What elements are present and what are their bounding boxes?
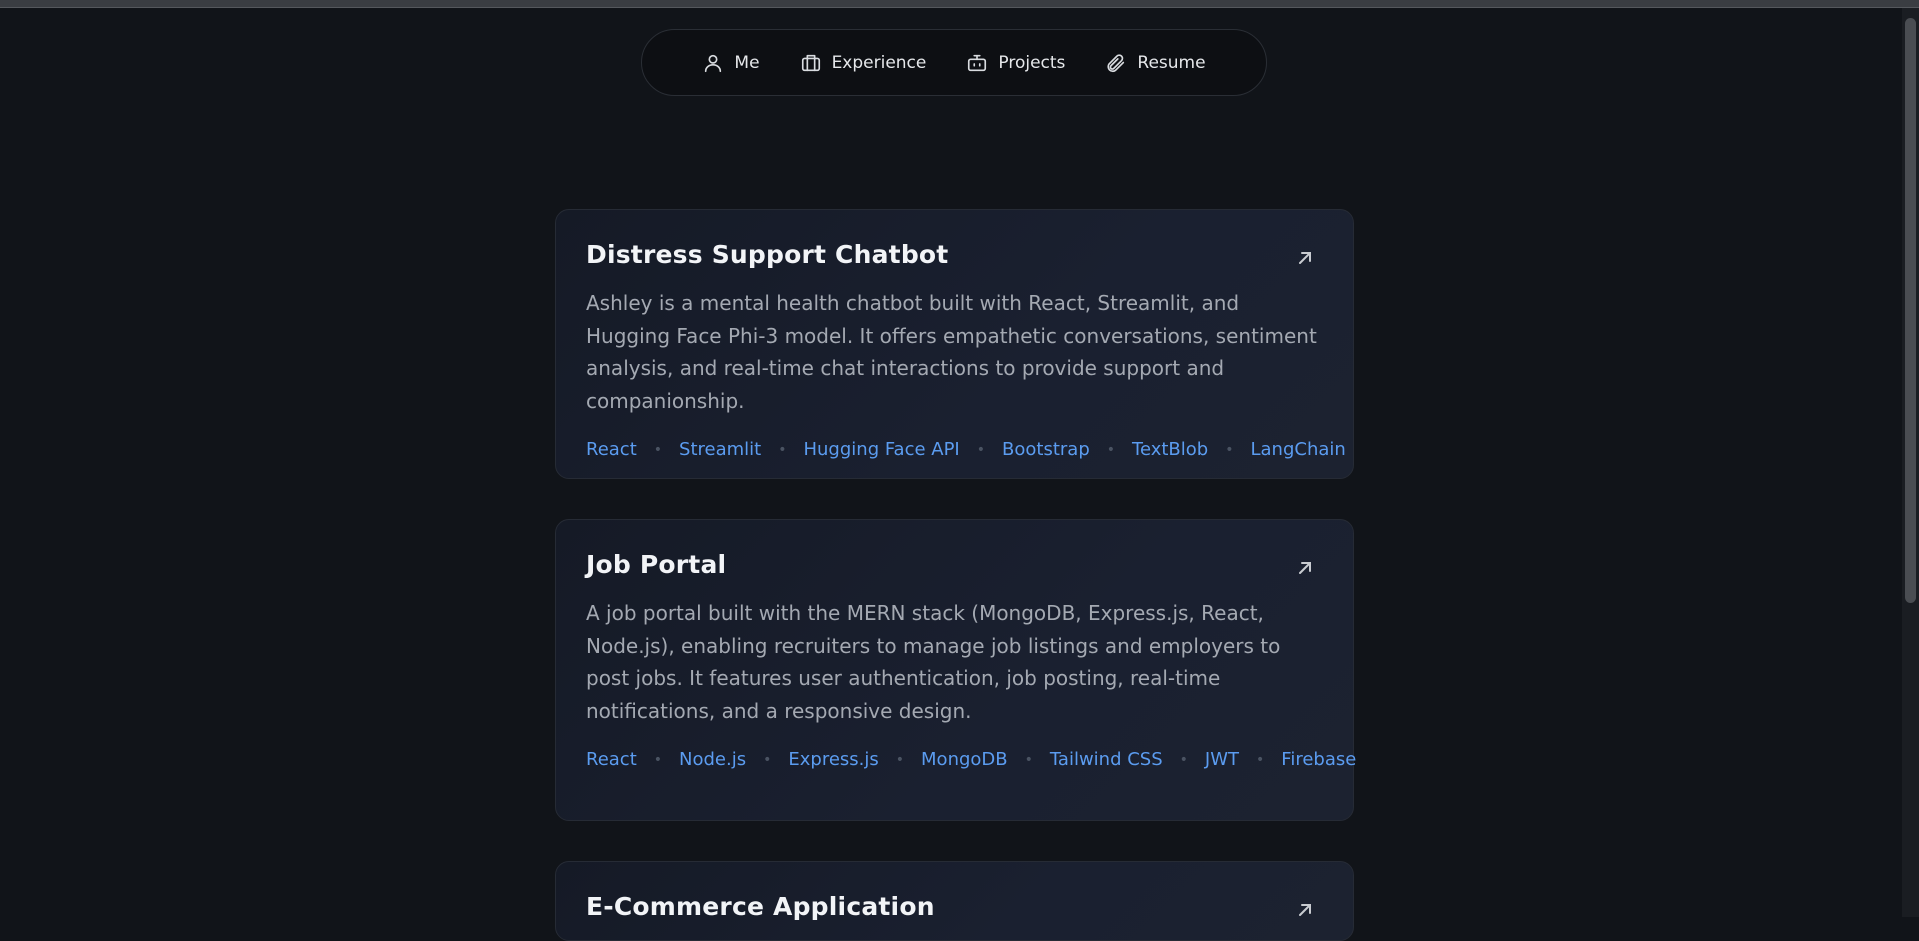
project-card-job-portal[interactable]: Job Portal A job portal built with the M…	[555, 519, 1357, 821]
external-link-icon[interactable]	[1295, 900, 1315, 920]
tag[interactable]: Firebase	[1281, 749, 1356, 770]
external-link-icon[interactable]	[1295, 558, 1315, 578]
nav-item-me[interactable]: Me	[702, 52, 760, 74]
project-description: Ashley is a mental health chatbot built …	[586, 291, 1317, 413]
nav-item-label: Projects	[998, 52, 1066, 73]
nav-item-label: Me	[734, 52, 760, 73]
nav-item-label: Experience	[831, 52, 927, 73]
tag[interactable]: JWT	[1205, 749, 1239, 770]
tag[interactable]: Bootstrap	[1002, 439, 1090, 460]
nav-item-projects[interactable]: Projects	[966, 52, 1065, 74]
tag[interactable]: Express.js	[788, 749, 878, 770]
project-card-e-commerce-application[interactable]: E-Commerce Application	[555, 861, 1354, 941]
tag[interactable]: TextBlob	[1132, 439, 1208, 460]
robot-icon	[968, 54, 987, 71]
tag[interactable]: Tailwind CSS	[1050, 749, 1163, 770]
scrollbar-track[interactable]	[1902, 8, 1919, 917]
tag[interactable]: React	[586, 439, 637, 460]
project-title: Job Portal	[586, 550, 727, 579]
nav-item-label: Resume	[1137, 52, 1206, 73]
scrollbar-thumb[interactable]	[1905, 18, 1916, 603]
tag[interactable]: MongoDB	[921, 749, 1008, 770]
tag[interactable]: Node.js	[679, 749, 746, 770]
browser-top-edge	[0, 0, 1919, 8]
tag[interactable]: LangChain	[1250, 439, 1345, 460]
tag[interactable]: Streamlit	[679, 439, 761, 460]
nav-item-experience[interactable]: Experience	[800, 52, 927, 74]
project-tags: React • Streamlit • Hugging Face API • Boot…	[586, 439, 1346, 460]
project-title: Distress Support Chatbot	[586, 240, 949, 269]
user-icon	[705, 54, 722, 72]
paperclip-icon	[1107, 53, 1125, 72]
tag[interactable]: React	[586, 749, 637, 770]
top-navigation: Me Experience Projects Resume	[641, 29, 1267, 96]
project-description: A job portal built with the MERN stack (…	[586, 601, 1281, 723]
project-tags: React • Node.js • Express.js • MongoDB • Tai…	[586, 749, 1357, 770]
tag[interactable]: Hugging Face API	[803, 439, 959, 460]
briefcase-icon	[801, 54, 820, 71]
external-link-icon[interactable]	[1295, 248, 1315, 268]
nav-item-resume[interactable]: Resume	[1105, 52, 1206, 74]
project-card-distress-support-chatbot[interactable]: Distress Support Chatbot Ashley is a men…	[555, 209, 1354, 479]
